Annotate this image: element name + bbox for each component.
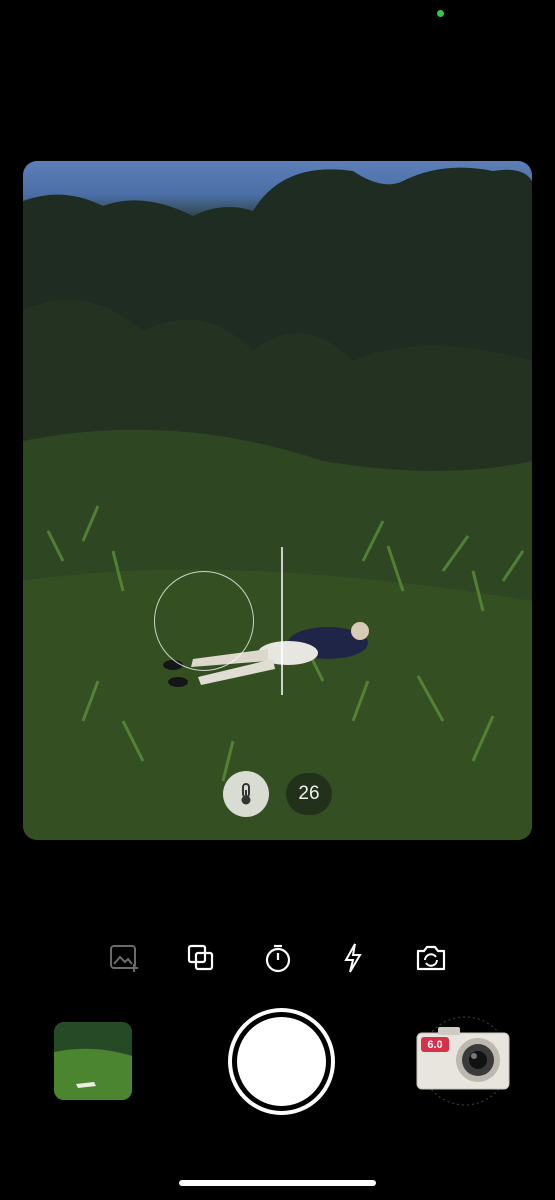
- exposure-slider-line[interactable]: [281, 547, 283, 695]
- shutter-button[interactable]: [228, 1008, 335, 1115]
- camera-mode-selector[interactable]: 6.0: [410, 1015, 516, 1107]
- last-photo-thumbnail[interactable]: [54, 1022, 132, 1100]
- home-indicator[interactable]: [179, 1180, 376, 1186]
- temperature-button[interactable]: [223, 771, 269, 817]
- focus-ring[interactable]: [154, 571, 254, 671]
- camera-viewfinder[interactable]: 26: [23, 161, 532, 840]
- exposure-value-badge[interactable]: 26: [286, 773, 332, 815]
- thumbnail-image: [54, 1022, 132, 1100]
- shutter-inner: [237, 1017, 326, 1106]
- status-indicator-dot: [437, 10, 444, 17]
- camera-version-badge: 6.0: [421, 1037, 449, 1052]
- layers-icon[interactable]: [183, 940, 219, 976]
- flash-icon[interactable]: [335, 940, 371, 976]
- gallery-add-icon[interactable]: [106, 940, 142, 976]
- retro-camera-icon: [416, 1016, 510, 1106]
- viewfinder-scene-image: [23, 167, 532, 840]
- flip-camera-icon[interactable]: [413, 940, 449, 976]
- timer-icon[interactable]: [260, 940, 296, 976]
- thermometer-icon: [241, 783, 251, 805]
